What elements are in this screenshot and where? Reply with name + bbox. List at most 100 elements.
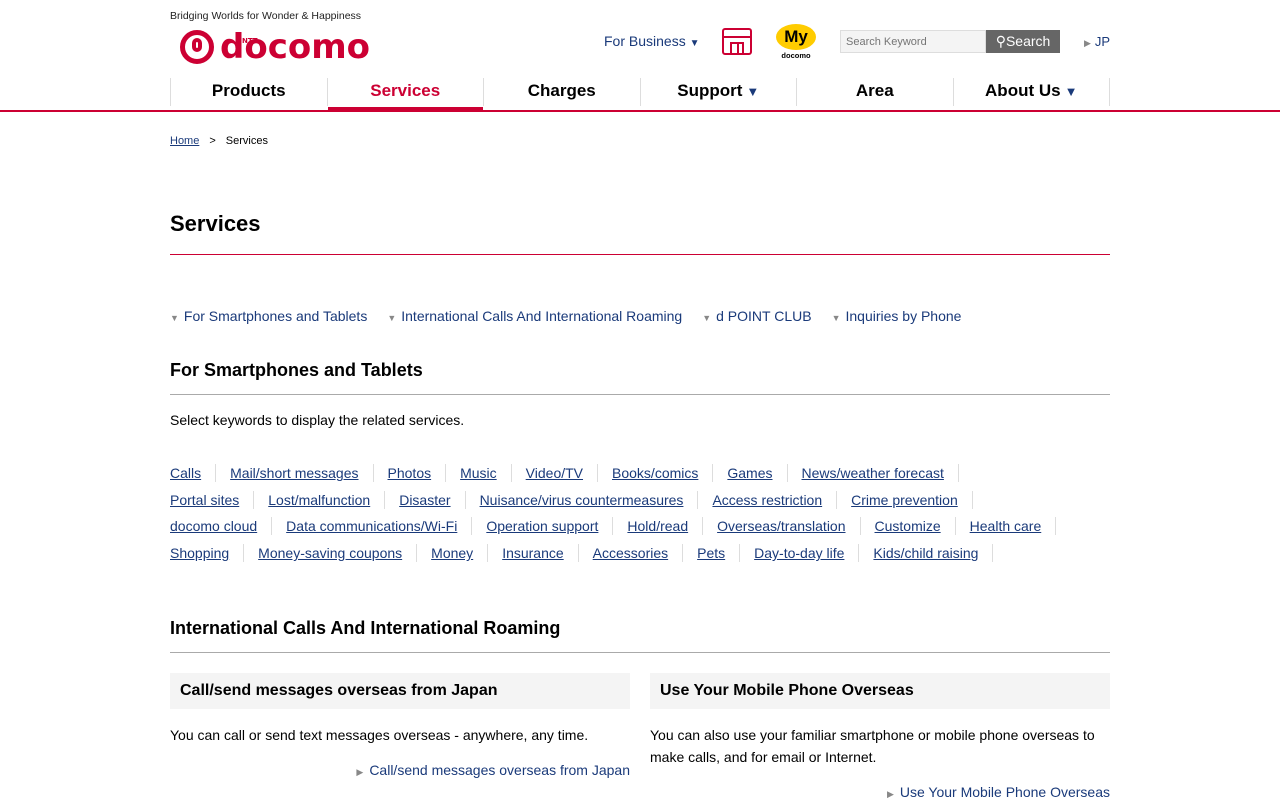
keyword-link[interactable]: Health care [970,517,1057,536]
my-sub-label: docomo [781,51,811,60]
keyword-link[interactable]: Access restriction [712,490,838,509]
keyword-link[interactable]: Day-to-day life [754,544,860,563]
keyword-link[interactable]: Data communications/Wi-Fi [286,517,473,536]
for-business-menu[interactable]: For Business ▼ [604,33,700,49]
nav-about-us[interactable]: About Us ▼ [952,78,1110,106]
keyword-link[interactable]: Video/TV [526,464,599,483]
anchor-label: For Smartphones and Tablets [183,308,368,324]
keyword-link[interactable]: Shopping [170,544,245,563]
keyword-link[interactable]: Crime prevention [851,490,973,509]
anchor-link[interactable]: ▼ Inquiries by Phone [832,308,962,324]
triangle-right-icon: ▶ [1084,38,1091,48]
keyword-link[interactable]: Kids/child raising [873,544,994,563]
nav-area[interactable]: Area [796,78,953,106]
anchor-link[interactable]: ▼ International Calls And International R… [387,308,682,324]
caret-down-icon: ▼ [689,38,700,49]
keyword-link[interactable]: Portal sites [170,490,255,509]
anchor-link[interactable]: ▼ d POINT CLUB [702,308,811,324]
anchor-links: ▼ For Smartphones and Tablets ▼ Internatio… [170,308,961,324]
keyword-link[interactable]: Insurance [502,544,579,563]
my-docomo-button[interactable]: My docomo [776,24,816,60]
card-text: You can call or send text messages overs… [170,727,589,743]
shop-icon[interactable] [722,28,752,55]
section-heading: International Calls And International Ro… [170,618,561,638]
anchor-label: Inquiries by Phone [845,308,962,324]
nav-label: Support [677,81,743,100]
keyword-list: Calls Mail/short messages Photos Music Video… [170,460,1110,566]
anchor-link[interactable]: ▼ For Smartphones and Tablets [170,308,367,324]
keyword-link[interactable]: Overseas/translation [717,517,861,536]
triangle-right-icon: ▶ [886,789,894,799]
section-heading: For Smartphones and Tablets [170,360,423,380]
keyword-link[interactable]: Money [431,544,489,563]
keyword-row: Calls Mail/short messages Photos Music Video… [170,460,1110,487]
search-input[interactable] [840,30,986,53]
keyword-link[interactable]: Calls [170,464,217,483]
search-form: ⚲Search [840,30,1060,53]
breadcrumb-separator: > [209,135,216,147]
main-nav: Products Services Charges Support ▼ Area … [170,78,1110,112]
caret-down-icon: ▼ [746,84,760,99]
service-card: Use Your Mobile Phone Overseas You can a… [650,673,1110,800]
service-card: Call/send messages overseas from Japan Y… [170,673,630,778]
title-divider [170,254,1110,255]
docomo-logo[interactable]: NTT docomo [180,30,370,64]
nav-label: Charges [527,81,596,100]
card-link-label: Call/send messages overseas from Japan [369,762,630,778]
breadcrumb: Home > Services [170,135,268,147]
keyword-link[interactable]: Nuisance/virus countermeasures [480,490,699,509]
nav-charges[interactable]: Charges [483,78,640,106]
keyword-link[interactable]: Disaster [399,490,466,509]
keyword-row: Shopping Money-saving coupons Money Insuran… [170,540,1110,567]
nav-label: Area [855,81,894,100]
caret-down-icon: ▼ [170,313,179,323]
keyword-link[interactable]: Accessories [593,544,684,563]
nav-services[interactable]: Services [326,78,484,112]
keyword-link[interactable]: Money-saving coupons [258,544,418,563]
my-label: My [776,24,816,50]
section-divider [170,394,1110,395]
keyword-link[interactable]: Pets [697,544,741,563]
card-title: Call/send messages overseas from Japan [170,673,630,709]
keyword-link[interactable]: Hold/read [627,517,704,536]
anchor-label: d POINT CLUB [716,308,812,324]
keyword-link[interactable]: Customize [875,517,956,536]
keyword-link[interactable]: docomo cloud [170,517,273,536]
keyword-row: docomo cloud Data communications/Wi-Fi Ope… [170,513,1110,540]
section-lead: Select keywords to display the related s… [170,412,465,428]
search-button-label: Search [1005,33,1051,49]
anchor-label: International Calls And International Ro… [401,308,683,324]
search-button[interactable]: ⚲Search [986,30,1060,53]
nav-divider [0,110,1280,112]
keyword-link[interactable]: Books/comics [612,464,714,483]
card-link-label: Use Your Mobile Phone Overseas [899,784,1110,800]
nav-products[interactable]: Products [170,78,327,106]
breadcrumb-home[interactable]: Home [170,135,199,147]
keyword-link[interactable]: Mail/short messages [230,464,374,483]
search-icon: ⚲ [995,33,1006,49]
caret-down-icon: ▼ [702,313,712,323]
keyword-row: Portal sites Lost/malfunction Disaster Nuis… [170,487,1110,514]
card-link[interactable]: ▶ Call/send messages overseas from Japan [170,762,630,778]
card-title: Use Your Mobile Phone Overseas [650,673,1110,709]
keyword-link[interactable]: News/weather forecast [802,464,959,483]
keyword-link[interactable]: Operation support [486,517,614,536]
for-business-label: For Business [604,33,686,49]
breadcrumb-current: Services [225,135,268,147]
tagline: Bridging Worlds for Wonder & Happiness [170,10,362,22]
language-jp-link[interactable]: ▶ JP [1084,34,1110,49]
card-text: You can also use your familiar smartphon… [650,727,1095,765]
page-title: Services [170,211,261,236]
logo-sup: NTT [242,37,258,45]
caret-down-icon: ▼ [387,313,397,323]
keyword-link[interactable]: Games [727,464,788,483]
nav-label: About Us [985,81,1061,100]
card-link[interactable]: ▶ Use Your Mobile Phone Overseas [650,784,1110,800]
section-divider [170,652,1110,653]
keyword-link[interactable]: Lost/malfunction [268,490,386,509]
nav-support[interactable]: Support ▼ [639,78,797,106]
keyword-link[interactable]: Music [460,464,512,483]
logo-mark-icon [180,30,214,64]
keyword-link[interactable]: Photos [388,464,447,483]
caret-down-icon: ▼ [1064,84,1078,99]
